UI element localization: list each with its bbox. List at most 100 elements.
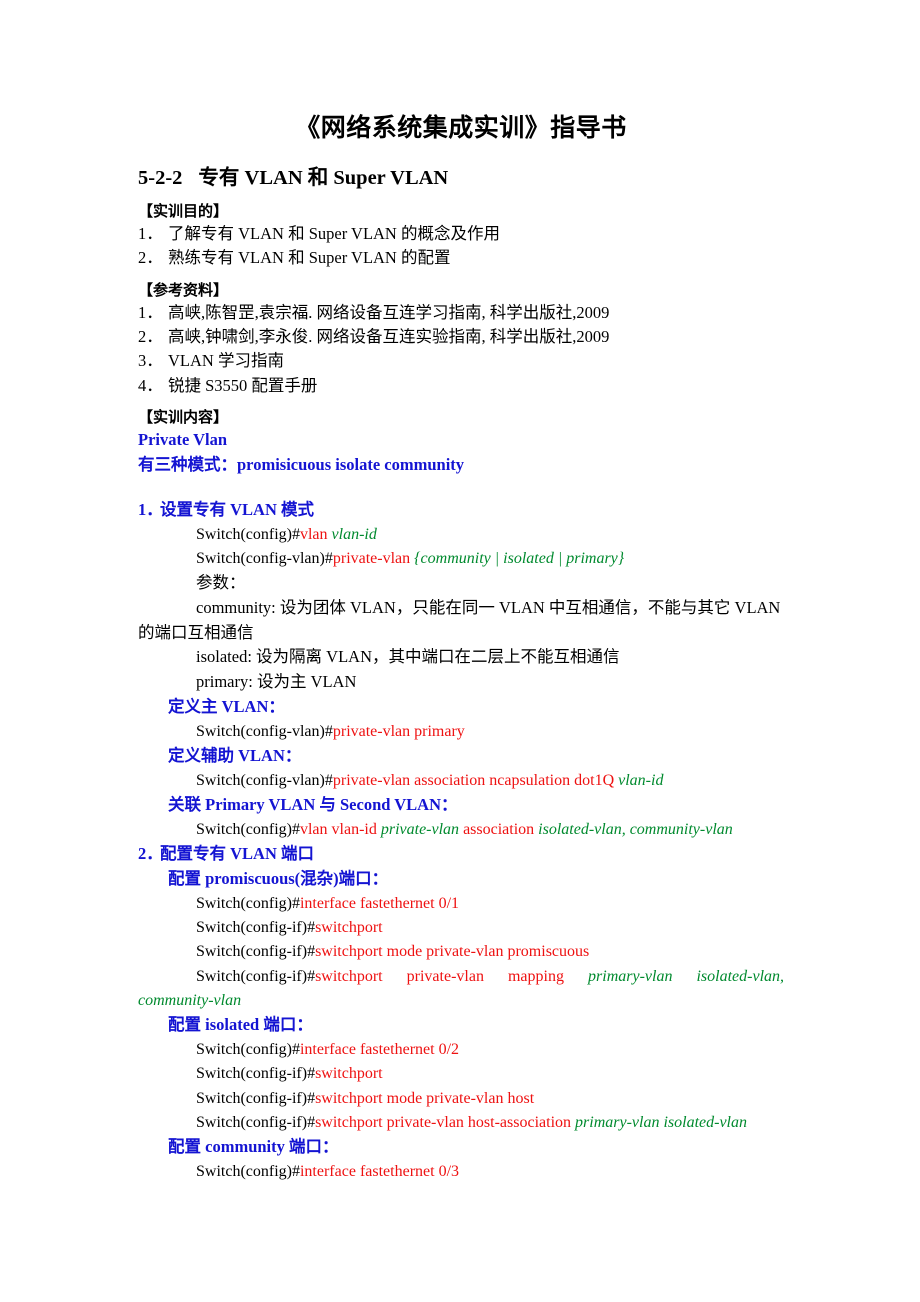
cli-prompt: Switch(config-if)# [196, 967, 316, 985]
cli-prompt: Switch(config)# [196, 1162, 300, 1180]
community-port-label: 配置 community 端口： [168, 1137, 339, 1157]
cli-prompt: Switch(config-vlan)# [196, 722, 333, 740]
step2-title: 配置专有 VLAN 端口 [160, 844, 315, 864]
reference-number: 4． [138, 375, 163, 395]
cli-command: switchport [315, 918, 383, 936]
cli-prompt: Switch(config-if)# [196, 1089, 316, 1107]
parameter-isolated-description: isolated: 设为隔离 VLAN，其中端口在二层上不能互相通信 [196, 647, 620, 667]
parameter-primary-description: primary: 设为主 VLAN [196, 672, 357, 692]
command-line-justified: Switch(config-if)#switchport private-vla… [138, 965, 784, 989]
cli-command: interface fastethernet 0/3 [299, 1162, 460, 1180]
cli-prompt: Switch(config-vlan)# [196, 549, 333, 567]
objective-item: 1． 了解专有 VLAN 和 Super VLAN 的概念及作用 [138, 222, 784, 246]
cli-parameter: primary-vlan [588, 967, 673, 985]
cli-prompt: Switch(config-vlan)# [196, 771, 333, 789]
command-line: Switch(config-if)#switchport [138, 1062, 784, 1086]
cli-parameter: private-vlan [380, 820, 464, 838]
section-heading: 5-2-2 专有 VLAN 和 Super VLAN [138, 165, 784, 192]
cli-command: vlan vlan-id [299, 820, 381, 838]
objectives-heading: 【实训目的】 [138, 201, 229, 220]
cli-command: mapping [507, 967, 564, 985]
define-primary-vlan-label: 定义主 VLAN： [168, 696, 285, 716]
command-line: Switch(config-if)#switchport mode privat… [138, 940, 784, 964]
command-line-wrap: community-vlan [138, 989, 784, 1013]
objective-number: 1． [138, 224, 163, 244]
cli-command: association [463, 820, 539, 838]
cli-command: interface fastethernet 0/2 [299, 1040, 460, 1058]
define-secondary-vlan-label: 定义辅助 VLAN： [168, 745, 302, 765]
cli-prompt: Switch(config)# [196, 525, 300, 543]
isolated-port-label: 配置 isolated 端口： [168, 1015, 313, 1035]
parameter-community-description: community: 设为团体 VLAN，只能在同一 VLAN 中互相通信，不能… [138, 597, 781, 642]
page-content: 《网络系统集成实训》指导书 5-2-2 专有 VLAN 和 Super VLAN … [138, 0, 784, 1184]
reference-number: 1． [138, 302, 163, 322]
cli-prompt: Switch(config-if)# [196, 918, 316, 936]
command-line: Switch(config)#interface fastethernet 0/… [138, 892, 784, 916]
command-line: Switch(config-vlan)#private-vlan {commun… [138, 547, 784, 571]
command-line: Switch(config-if)#switchport private-vla… [138, 1111, 784, 1135]
objective-text: 熟练专有 VLAN 和 Super VLAN 的配置 [168, 248, 451, 268]
objective-item: 2． 熟练专有 VLAN 和 Super VLAN 的配置 [138, 246, 784, 270]
cli-command: switchport [315, 1065, 383, 1083]
objective-text: 了解专有 VLAN 和 Super VLAN 的概念及作用 [168, 224, 500, 244]
step2-number: 2． [138, 844, 163, 864]
associate-vlan-label: 关联 Primary VLAN 与 Second VLAN： [168, 795, 458, 815]
reference-text: 高峡,钟啸剑,李永俊. 网络设备互连实验指南, 科学出版社,2009 [168, 327, 610, 347]
command-line: Switch(config)#interface fastethernet 0/… [138, 1160, 784, 1184]
section-number: 5-2-2 [138, 167, 183, 190]
parameters-label: 参数： [196, 573, 246, 593]
cli-parameter: primary-vlan isolated-vlan [575, 1113, 747, 1131]
references-heading: 【参考资料】 [138, 280, 229, 299]
reference-item: 1． 高峡,陈智罡,袁宗福. 网络设备互连学习指南, 科学出版社,2009 [138, 301, 784, 325]
step1-title: 设置专有 VLAN 模式 [160, 499, 315, 519]
cli-command: switchport mode private-vlan host [315, 1089, 535, 1107]
reference-item: 2． 高峡,钟啸剑,李永俊. 网络设备互连实验指南, 科学出版社,2009 [138, 325, 784, 349]
cli-prompt: Switch(config)# [196, 820, 300, 838]
cli-parameter: vlan-id [331, 525, 377, 543]
cli-parameter: community-vlan [138, 991, 242, 1009]
private-vlan-label: Private Vlan [138, 430, 228, 450]
cli-prompt: Switch(config-if)# [196, 1065, 316, 1083]
objective-number: 2． [138, 248, 163, 268]
reference-item: 4． 锐捷 S3550 配置手册 [138, 374, 784, 398]
cli-command: private-vlan primary [332, 722, 465, 740]
step1-number: 1． [138, 499, 163, 519]
reference-item: 3． VLAN 学习指南 [138, 349, 784, 373]
command-line: Switch(config-if)#switchport mode privat… [138, 1087, 784, 1111]
cli-parameter: isolated-vlan, community-vlan [538, 820, 733, 838]
cli-command: switchport mode private-vlan promiscuous [315, 943, 590, 961]
reference-number: 2． [138, 327, 163, 347]
step2-heading: 2．配置专有 VLAN 端口 [138, 842, 784, 867]
reference-text: 高峡,陈智罡,袁宗福. 网络设备互连学习指南, 科学出版社,2009 [168, 302, 610, 322]
document-title: 《网络系统集成实训》指导书 [295, 113, 627, 142]
command-line: Switch(config-if)#switchport [138, 916, 784, 940]
cli-parameter: {community | isolated | primary} [414, 549, 625, 567]
cli-prompt: Switch(config-if)# [196, 1113, 316, 1131]
reference-text: 锐捷 S3550 配置手册 [168, 375, 318, 395]
cli-command: vlan [299, 525, 332, 543]
cli-command: switchport private-vlan host-association [315, 1113, 576, 1131]
cli-prompt: Switch(config)# [196, 1040, 300, 1058]
command-line: Switch(config-vlan)#private-vlan primary [138, 720, 784, 744]
reference-text: VLAN 学习指南 [168, 351, 284, 371]
promiscuous-port-label: 配置 promiscuous(混杂)端口： [168, 868, 389, 888]
content-heading: 【实训内容】 [138, 407, 229, 426]
cli-prompt: Switch(config-if)# [196, 943, 316, 961]
private-vlan-modes: 有三种模式：promisicuous isolate community [138, 455, 465, 475]
command-line: Switch(config-vlan)#private-vlan associa… [138, 769, 784, 793]
reference-number: 3． [138, 351, 163, 371]
cli-parameter: isolated-vlan, [696, 967, 785, 985]
section-title: 专有 VLAN 和 Super VLAN [198, 167, 449, 190]
command-line: Switch(config)#vlan vlan-id private-vlan… [138, 818, 784, 842]
cli-command: interface fastethernet 0/1 [299, 894, 460, 912]
cli-command: switchport [315, 967, 383, 985]
cli-parameter: vlan-id [618, 771, 664, 789]
command-line: Switch(config)#vlan vlan-id [138, 523, 784, 547]
cli-command: private-vlan [332, 549, 415, 567]
command-line: Switch(config)#interface fastethernet 0/… [138, 1038, 784, 1062]
cli-command: private-vlan [406, 967, 484, 985]
step1-heading: 1．设置专有 VLAN 模式 [138, 498, 784, 523]
document-page: 《网络系统集成实训》指导书 5-2-2 专有 VLAN 和 Super VLAN … [0, 0, 920, 1302]
cli-prompt: Switch(config)# [196, 894, 300, 912]
